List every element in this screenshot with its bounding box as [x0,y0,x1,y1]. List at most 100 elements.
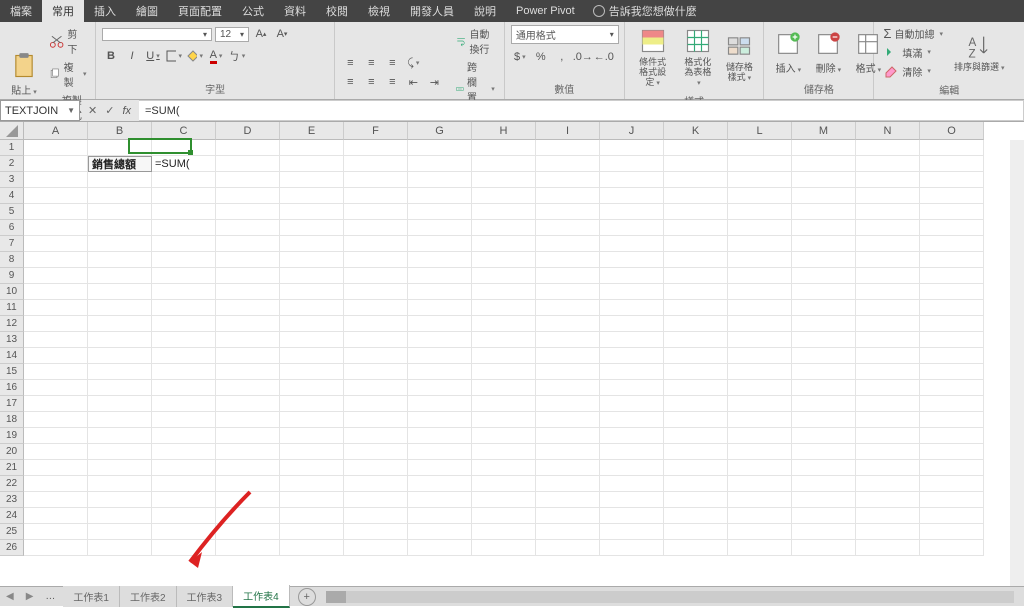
cell[interactable] [664,508,728,524]
cell[interactable] [600,524,664,540]
cell[interactable] [24,380,88,396]
cell[interactable] [280,268,344,284]
cell[interactable] [664,172,728,188]
cell[interactable] [536,268,600,284]
cell[interactable] [408,460,472,476]
add-sheet-button[interactable]: + [298,588,316,606]
cell[interactable] [408,284,472,300]
cell[interactable] [88,348,152,364]
cell[interactable] [536,204,600,220]
cell[interactable] [600,348,664,364]
cell[interactable] [536,396,600,412]
cell[interactable] [408,540,472,556]
cell[interactable] [88,492,152,508]
cell[interactable] [280,444,344,460]
cell[interactable] [664,396,728,412]
cell[interactable] [536,140,600,156]
cell[interactable] [792,188,856,204]
cell[interactable] [472,236,536,252]
cell[interactable] [728,204,792,220]
cell-styles-button[interactable]: 儲存格樣式 [721,30,757,86]
percent-button[interactable]: % [532,48,550,66]
cell[interactable] [152,172,216,188]
font-name-select[interactable]: ▾ [102,28,212,41]
cell[interactable] [600,444,664,460]
cell[interactable] [856,380,920,396]
decrease-font-button[interactable]: A▾ [273,25,291,43]
cell[interactable] [920,268,984,284]
cell[interactable] [600,476,664,492]
cell[interactable] [88,428,152,444]
col-header-F[interactable]: F [344,122,408,140]
cell[interactable] [408,444,472,460]
cell[interactable] [856,316,920,332]
cell[interactable] [472,316,536,332]
cell[interactable] [728,332,792,348]
cell[interactable] [856,508,920,524]
cell[interactable] [408,412,472,428]
cell[interactable] [600,396,664,412]
cancel-formula-button[interactable]: ✕ [88,104,97,117]
tab-nav-more[interactable]: … [39,591,63,602]
cell[interactable] [216,508,280,524]
cell[interactable] [856,348,920,364]
cell[interactable] [920,140,984,156]
cell[interactable] [280,396,344,412]
indent-inc-button[interactable]: ⇥ [425,73,443,91]
cell[interactable] [664,236,728,252]
row-header-2[interactable]: 2 [0,156,24,172]
cell[interactable] [24,268,88,284]
cell[interactable] [280,508,344,524]
cell[interactable] [216,364,280,380]
format-table-button[interactable]: 格式化為表格 [678,25,717,91]
cell[interactable] [728,156,792,172]
cell[interactable] [408,332,472,348]
align-left-button[interactable]: ≡ [341,73,359,91]
cell[interactable] [408,508,472,524]
cell[interactable] [728,316,792,332]
cell[interactable] [472,204,536,220]
clear-button[interactable]: 清除 [880,62,946,80]
cell[interactable] [24,316,88,332]
row-header-22[interactable]: 22 [0,476,24,492]
cell[interactable] [792,316,856,332]
bold-button[interactable]: B [102,47,120,65]
cell[interactable] [24,444,88,460]
cell[interactable] [216,396,280,412]
currency-button[interactable]: $ [511,48,529,66]
cell[interactable] [600,252,664,268]
cell[interactable] [664,428,728,444]
cell[interactable] [792,492,856,508]
cell[interactable] [408,492,472,508]
cell[interactable] [664,268,728,284]
cell[interactable] [216,412,280,428]
cell[interactable] [152,364,216,380]
row-header-24[interactable]: 24 [0,508,24,524]
col-header-M[interactable]: M [792,122,856,140]
cell[interactable] [216,428,280,444]
col-header-A[interactable]: A [24,122,88,140]
cell[interactable] [24,396,88,412]
cell[interactable] [216,492,280,508]
cell[interactable] [408,140,472,156]
cell[interactable] [24,236,88,252]
cell[interactable] [856,204,920,220]
cell[interactable] [472,364,536,380]
cell[interactable] [536,508,600,524]
align-center-button[interactable]: ≡ [362,73,380,91]
cell[interactable] [600,364,664,380]
cell[interactable] [280,220,344,236]
cell[interactable] [664,188,728,204]
cell[interactable] [792,396,856,412]
cell[interactable] [280,476,344,492]
cell[interactable] [536,380,600,396]
cell[interactable] [472,188,536,204]
cell[interactable] [728,508,792,524]
menu-review[interactable]: 校閱 [316,0,358,22]
cell[interactable] [664,412,728,428]
cut-button[interactable]: 剪下 [46,25,90,57]
cell[interactable] [88,236,152,252]
cell[interactable] [536,156,600,172]
cell[interactable] [920,332,984,348]
cell[interactable] [280,188,344,204]
